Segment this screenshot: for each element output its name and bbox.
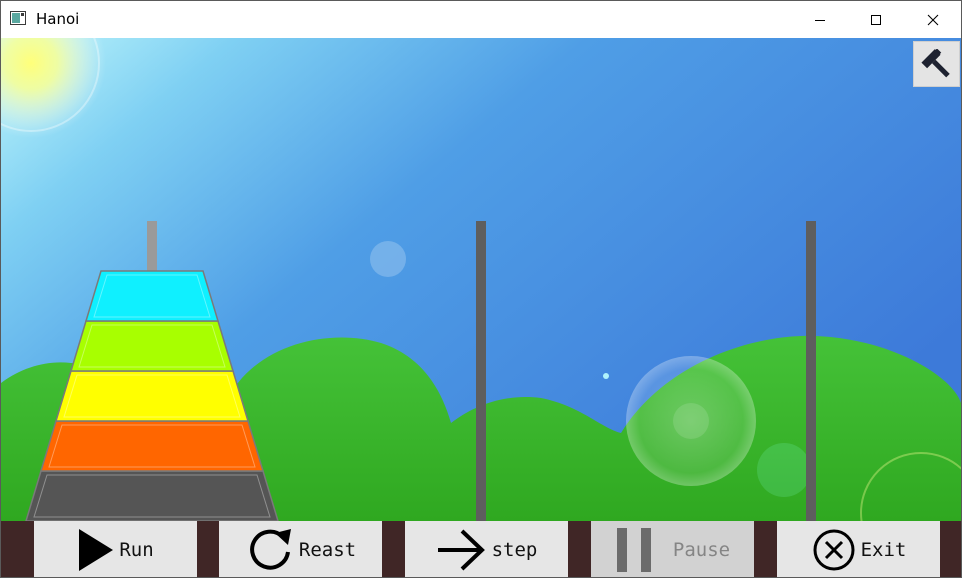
maximize-icon (871, 14, 881, 25)
lens-flare (603, 373, 609, 379)
minimize-button[interactable] (791, 1, 849, 38)
pause-label: Pause (672, 539, 731, 561)
lens-flare (757, 443, 811, 497)
reset-button[interactable]: Reast (219, 521, 382, 577)
scene-canvas (1, 38, 961, 521)
run-button[interactable]: Run (34, 521, 197, 577)
minimize-icon (815, 19, 825, 21)
step-label: step (491, 539, 538, 561)
pause-button[interactable]: Pause (591, 521, 754, 577)
play-icon (79, 529, 114, 571)
app-icon (10, 11, 26, 25)
disk (25, 470, 279, 521)
disk (54, 370, 250, 422)
disk (84, 270, 220, 322)
reset-label: Reast (298, 539, 357, 561)
arrow-right-icon (437, 529, 485, 571)
exit-label: Exit (860, 539, 907, 561)
peg-middle (476, 221, 486, 521)
disk (39, 420, 265, 472)
app-window: Hanoi Run Reast step Pause Exit (0, 0, 962, 578)
exit-button[interactable]: Exit (777, 521, 940, 577)
pause-icon (616, 528, 651, 572)
game-scene (1, 38, 961, 521)
window-title: Hanoi (36, 10, 80, 28)
maximize-button[interactable] (847, 1, 905, 38)
tool-button[interactable] (913, 41, 960, 87)
title-bar[interactable]: Hanoi (1, 1, 961, 38)
control-toolbar: Run Reast step Pause Exit (1, 521, 961, 577)
step-button[interactable]: step (405, 521, 568, 577)
peg-right (806, 221, 816, 521)
close-icon (927, 14, 939, 25)
lens-flare (370, 241, 406, 277)
lens-flare (673, 403, 709, 439)
hammer-icon (920, 49, 950, 78)
close-circle-icon (813, 529, 855, 571)
refresh-icon (250, 529, 291, 570)
disk (69, 320, 235, 372)
close-button[interactable] (904, 1, 961, 38)
run-label: Run (119, 539, 154, 561)
